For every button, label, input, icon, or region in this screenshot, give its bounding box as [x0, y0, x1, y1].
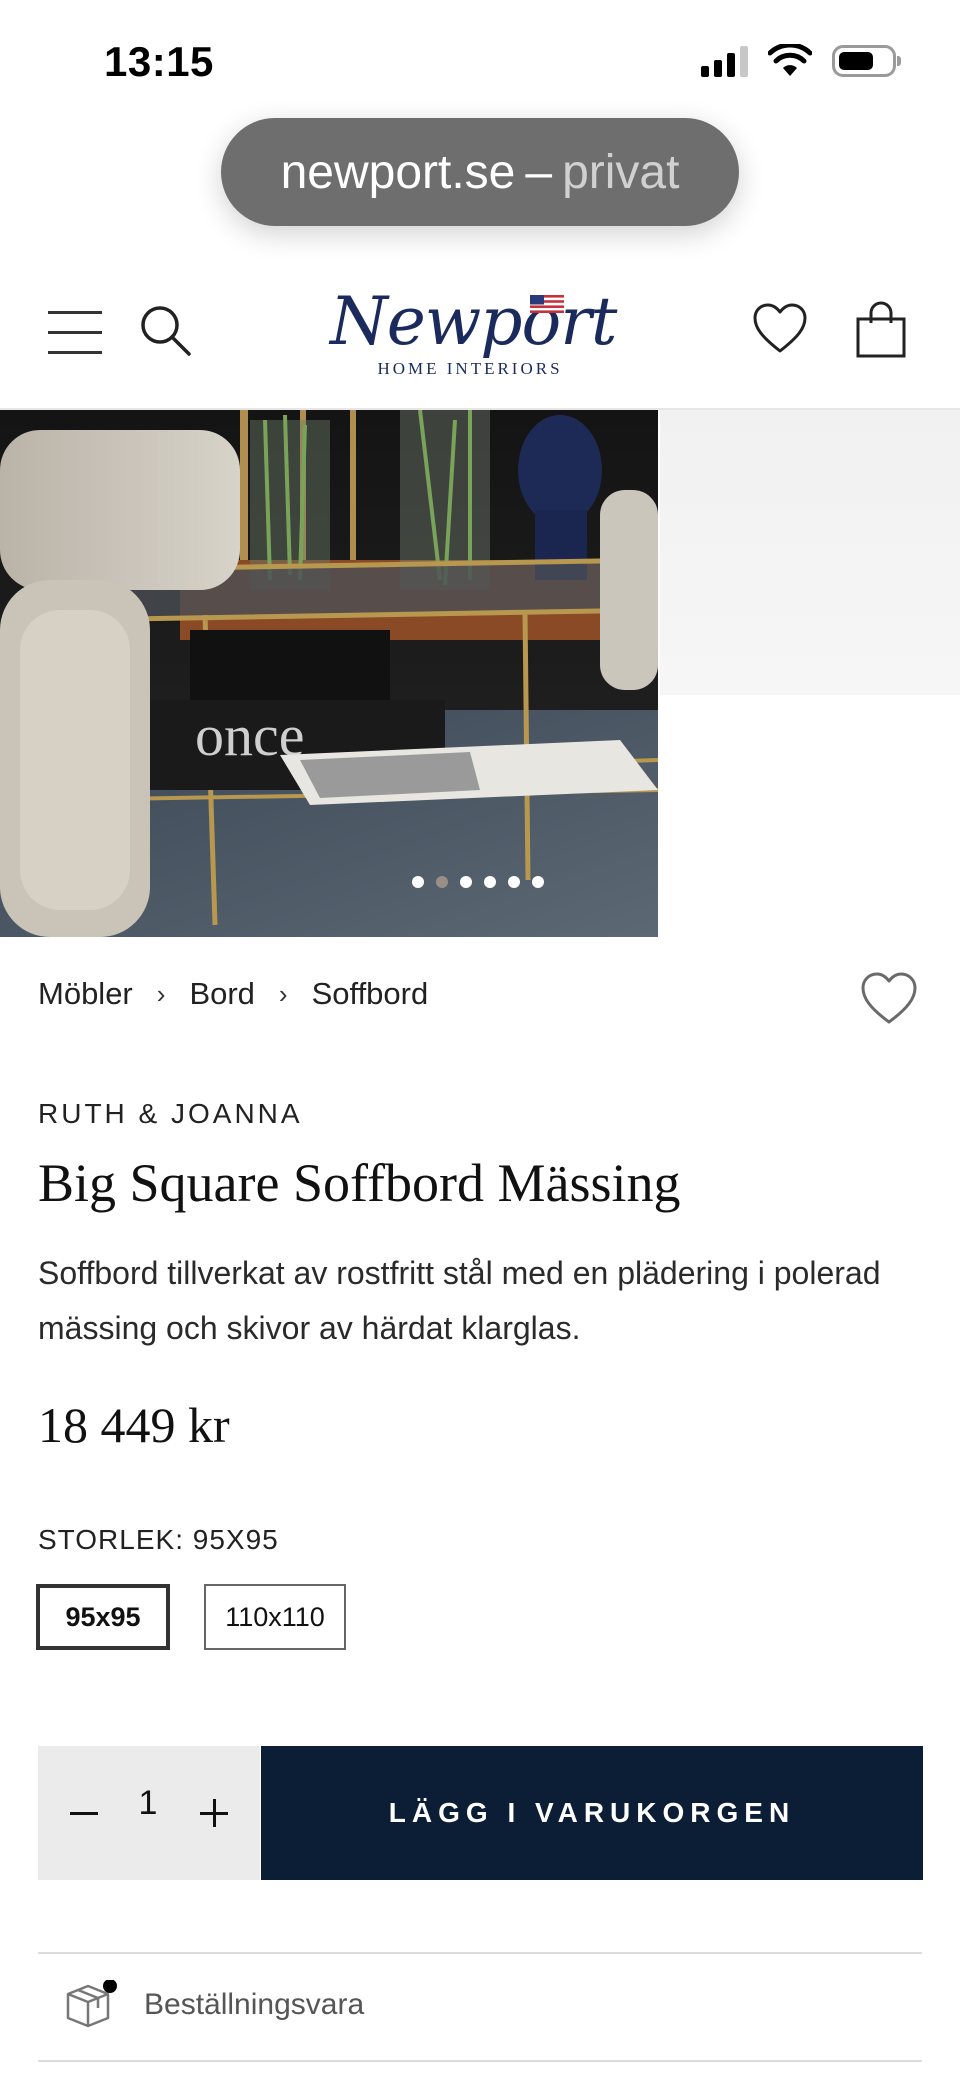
pagination-dot-active[interactable] [436, 876, 448, 888]
divider [38, 1952, 922, 1954]
status-time: 13:15 [104, 38, 214, 85]
logo-tagline: HOME INTERIORS [377, 359, 563, 378]
divider [38, 2060, 922, 2062]
gallery-pagination[interactable] [412, 876, 544, 888]
url-separator: – [525, 145, 553, 199]
breadcrumb-item-bord[interactable]: Bord [189, 976, 254, 1012]
breadcrumb: Möbler › Bord › Soffbord [38, 976, 428, 1012]
add-to-wishlist-heart-icon[interactable] [860, 972, 918, 1026]
quantity-stepper: 1 [38, 1746, 260, 1880]
next-product-image[interactable] [660, 410, 960, 695]
site-header: Newport HOME INTERIORS [0, 265, 960, 410]
us-flag-icon [530, 295, 564, 313]
stock-status-row: Beställningsvara [62, 1980, 364, 2030]
stock-status-label: Beställningsvara [144, 1988, 365, 2021]
battery-icon [832, 45, 901, 77]
add-to-cart-button[interactable]: LÄGG I VARUKORGEN [261, 1746, 923, 1880]
heart-icon[interactable] [752, 303, 808, 355]
logo-wordmark: Newport [330, 283, 617, 360]
pagination-dot[interactable] [532, 876, 544, 888]
product-brand[interactable]: RUTH & JOANNA [38, 1098, 303, 1130]
increase-quantity-button[interactable] [188, 1786, 242, 1840]
size-label: STORLEK: 95X95 [38, 1524, 279, 1555]
product-gallery[interactable]: once [0, 410, 960, 937]
url-domain: newport.se [280, 145, 516, 199]
pagination-dot[interactable] [484, 876, 496, 888]
pagination-dot[interactable] [412, 876, 424, 888]
pagination-dot[interactable] [460, 876, 472, 888]
pagination-dot[interactable] [508, 876, 520, 888]
breadcrumb-separator: › [278, 978, 288, 1009]
coffee-table-photo: once [0, 410, 658, 937]
search-icon[interactable] [138, 303, 192, 357]
product-description: Soffbord tillverkat av rostfritt stål me… [38, 1255, 881, 1346]
breadcrumb-item-soffbord[interactable]: Soffbord [312, 976, 429, 1012]
status-icons [701, 44, 901, 78]
menu-icon[interactable] [48, 311, 102, 355]
package-icon [66, 1980, 117, 2028]
size-option-95x95[interactable]: 95x95 [36, 1584, 170, 1650]
product-image[interactable]: once [0, 410, 658, 937]
breadcrumb-separator: › [156, 978, 166, 1009]
quantity-value[interactable]: 1 [128, 1784, 168, 1823]
product-title: Big Square Soffbord Mässing [38, 1153, 681, 1213]
decrease-quantity-button[interactable] [58, 1786, 112, 1840]
product-price: 18 449 kr [38, 1397, 230, 1453]
site-logo[interactable]: Newport HOME INTERIORS [330, 283, 617, 387]
browsing-mode: privat [562, 145, 680, 199]
status-bar: 13:15 [0, 0, 960, 110]
wifi-icon [768, 44, 812, 76]
shopping-bag-icon[interactable] [854, 301, 908, 359]
address-bar[interactable]: newport.se – privat [221, 118, 739, 226]
breadcrumb-item-mobler[interactable]: Möbler [38, 976, 133, 1012]
size-option-110x110[interactable]: 110x110 [204, 1584, 346, 1650]
cellular-signal-icon [701, 45, 748, 77]
